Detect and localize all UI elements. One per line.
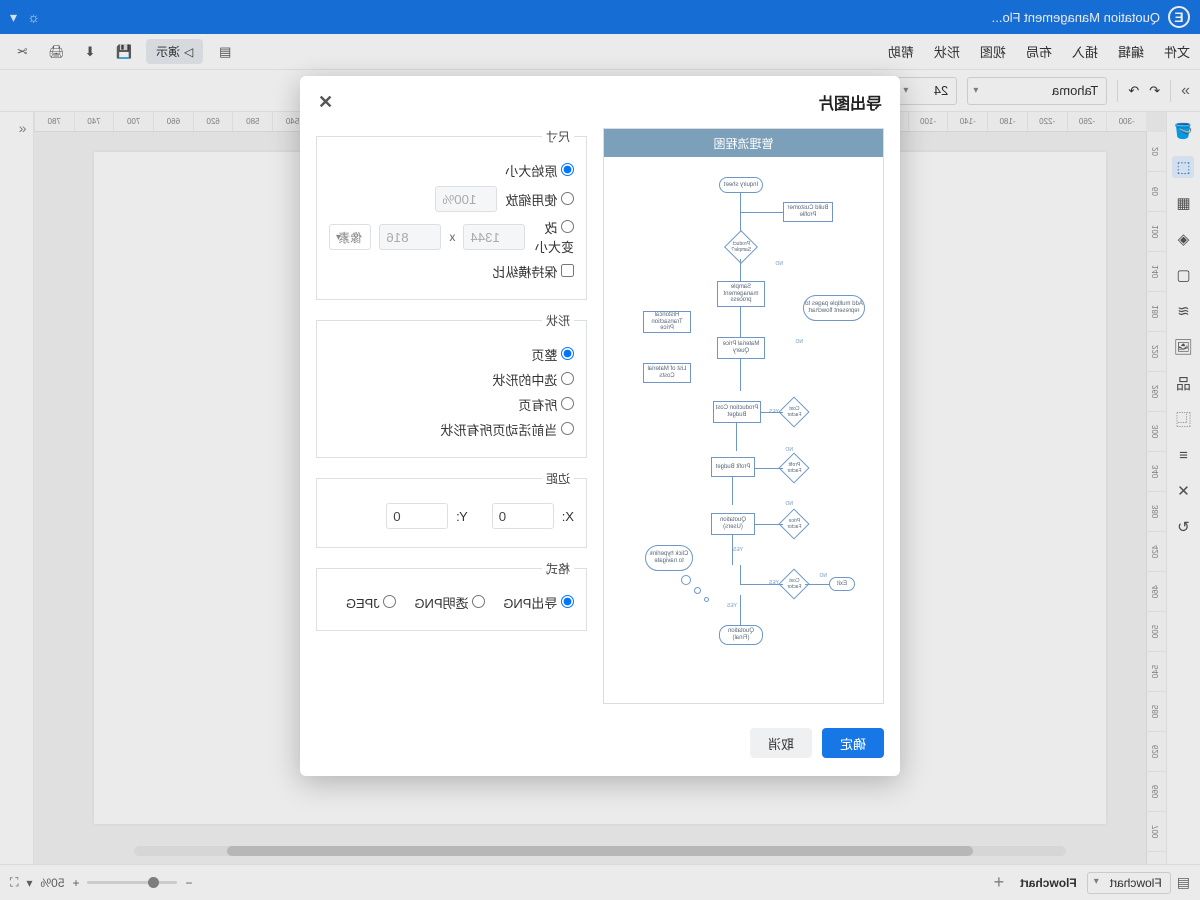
node-profile: Build Customer Profile: [783, 202, 833, 222]
format-tpng-radio[interactable]: 透明PNG: [414, 593, 485, 612]
size-fieldset: 尺寸 原始大小 使用缩放 改变大小 x 像素 保持横纵比: [316, 128, 587, 300]
node-profit: Profit Budget: [711, 457, 755, 477]
unit-select[interactable]: 像素: [329, 224, 371, 250]
shape-allpages-radio[interactable]: 所有页: [518, 395, 574, 414]
node-budget: Production Cost Budget: [713, 401, 761, 423]
node-profit-q: Profit Factor: [778, 452, 809, 483]
close-icon[interactable]: ✕: [318, 92, 333, 113]
margin-x-label: X:: [562, 509, 574, 524]
dialog-title: 导出图片: [818, 90, 882, 114]
shape-selected-radio[interactable]: 选中的形状: [492, 370, 574, 389]
format-jpeg-radio[interactable]: JPEG: [346, 595, 397, 611]
node-exit: Exit: [829, 577, 855, 591]
shape-page-radio[interactable]: 整页: [531, 345, 574, 364]
node-multi-note: Add multiple pages to represent flowchar…: [803, 295, 865, 321]
node-hist: Historical Transaction Price: [643, 311, 691, 333]
keep-ratio-checkbox[interactable]: 保持横纵比: [492, 262, 574, 281]
export-preview: 管理流程图 Inquiry sheet Build Customer Profi…: [603, 128, 884, 704]
preview-title: 管理流程图: [604, 129, 883, 157]
shape-legend: 形状: [542, 312, 574, 329]
node-price-q: Price Factor: [778, 508, 809, 539]
size-scale-radio[interactable]: 使用缩放: [505, 190, 574, 209]
scale-value-input: [435, 186, 497, 212]
export-controls: 尺寸 原始大小 使用缩放 改变大小 x 像素 保持横纵比: [316, 128, 587, 704]
node-sample-proc: Sample management process: [717, 281, 765, 307]
node-hyper-note: Click hyperlink to navigate: [645, 545, 693, 571]
margin-fieldset: 边距 X: Y:: [316, 470, 587, 548]
custom-height-input: [379, 224, 441, 250]
modal-overlay: 导出图片 ✕ 管理流程图 Inquiry sheet Build Custome…: [0, 0, 1200, 900]
format-legend: 格式: [542, 560, 574, 577]
margin-legend: 边距: [542, 470, 574, 487]
preview-canvas: Inquiry sheet Build Customer Profile Pro…: [604, 157, 883, 704]
margin-y-input[interactable]: [386, 503, 448, 529]
node-final: Quotation (Final): [719, 625, 763, 645]
export-image-dialog: 导出图片 ✕ 管理流程图 Inquiry sheet Build Custome…: [300, 76, 900, 776]
shape-fieldset: 形状 整页 选中的形状 所有页 当前活动页所有形状: [316, 312, 587, 458]
node-start: Inquiry sheet: [719, 177, 763, 193]
ok-button[interactable]: 确定: [822, 728, 884, 758]
size-original-radio[interactable]: 原始大小: [505, 161, 574, 180]
custom-width-input: [463, 224, 525, 250]
margin-y-label: Y:: [456, 509, 468, 524]
format-png-radio[interactable]: 导出PNG: [503, 593, 574, 612]
size-legend: 尺寸: [542, 128, 574, 145]
margin-x-input[interactable]: [492, 503, 554, 529]
format-fieldset: 格式 导出PNG 透明PNG JPEG: [316, 560, 587, 631]
node-sample-q: Product Sample?: [724, 230, 758, 264]
px-x-label: x: [449, 230, 455, 244]
node-matq: Material Price Query: [717, 337, 765, 359]
node-quote: Quotation (Users): [711, 513, 755, 535]
node-matlist: List of Material Costs: [643, 363, 691, 383]
shape-current-all-radio[interactable]: 当前活动页所有形状: [440, 420, 574, 439]
cancel-button[interactable]: 取消: [750, 728, 812, 758]
node-cost1: Cost Factor: [778, 396, 809, 427]
size-custom-radio[interactable]: 改变大小: [533, 218, 574, 256]
